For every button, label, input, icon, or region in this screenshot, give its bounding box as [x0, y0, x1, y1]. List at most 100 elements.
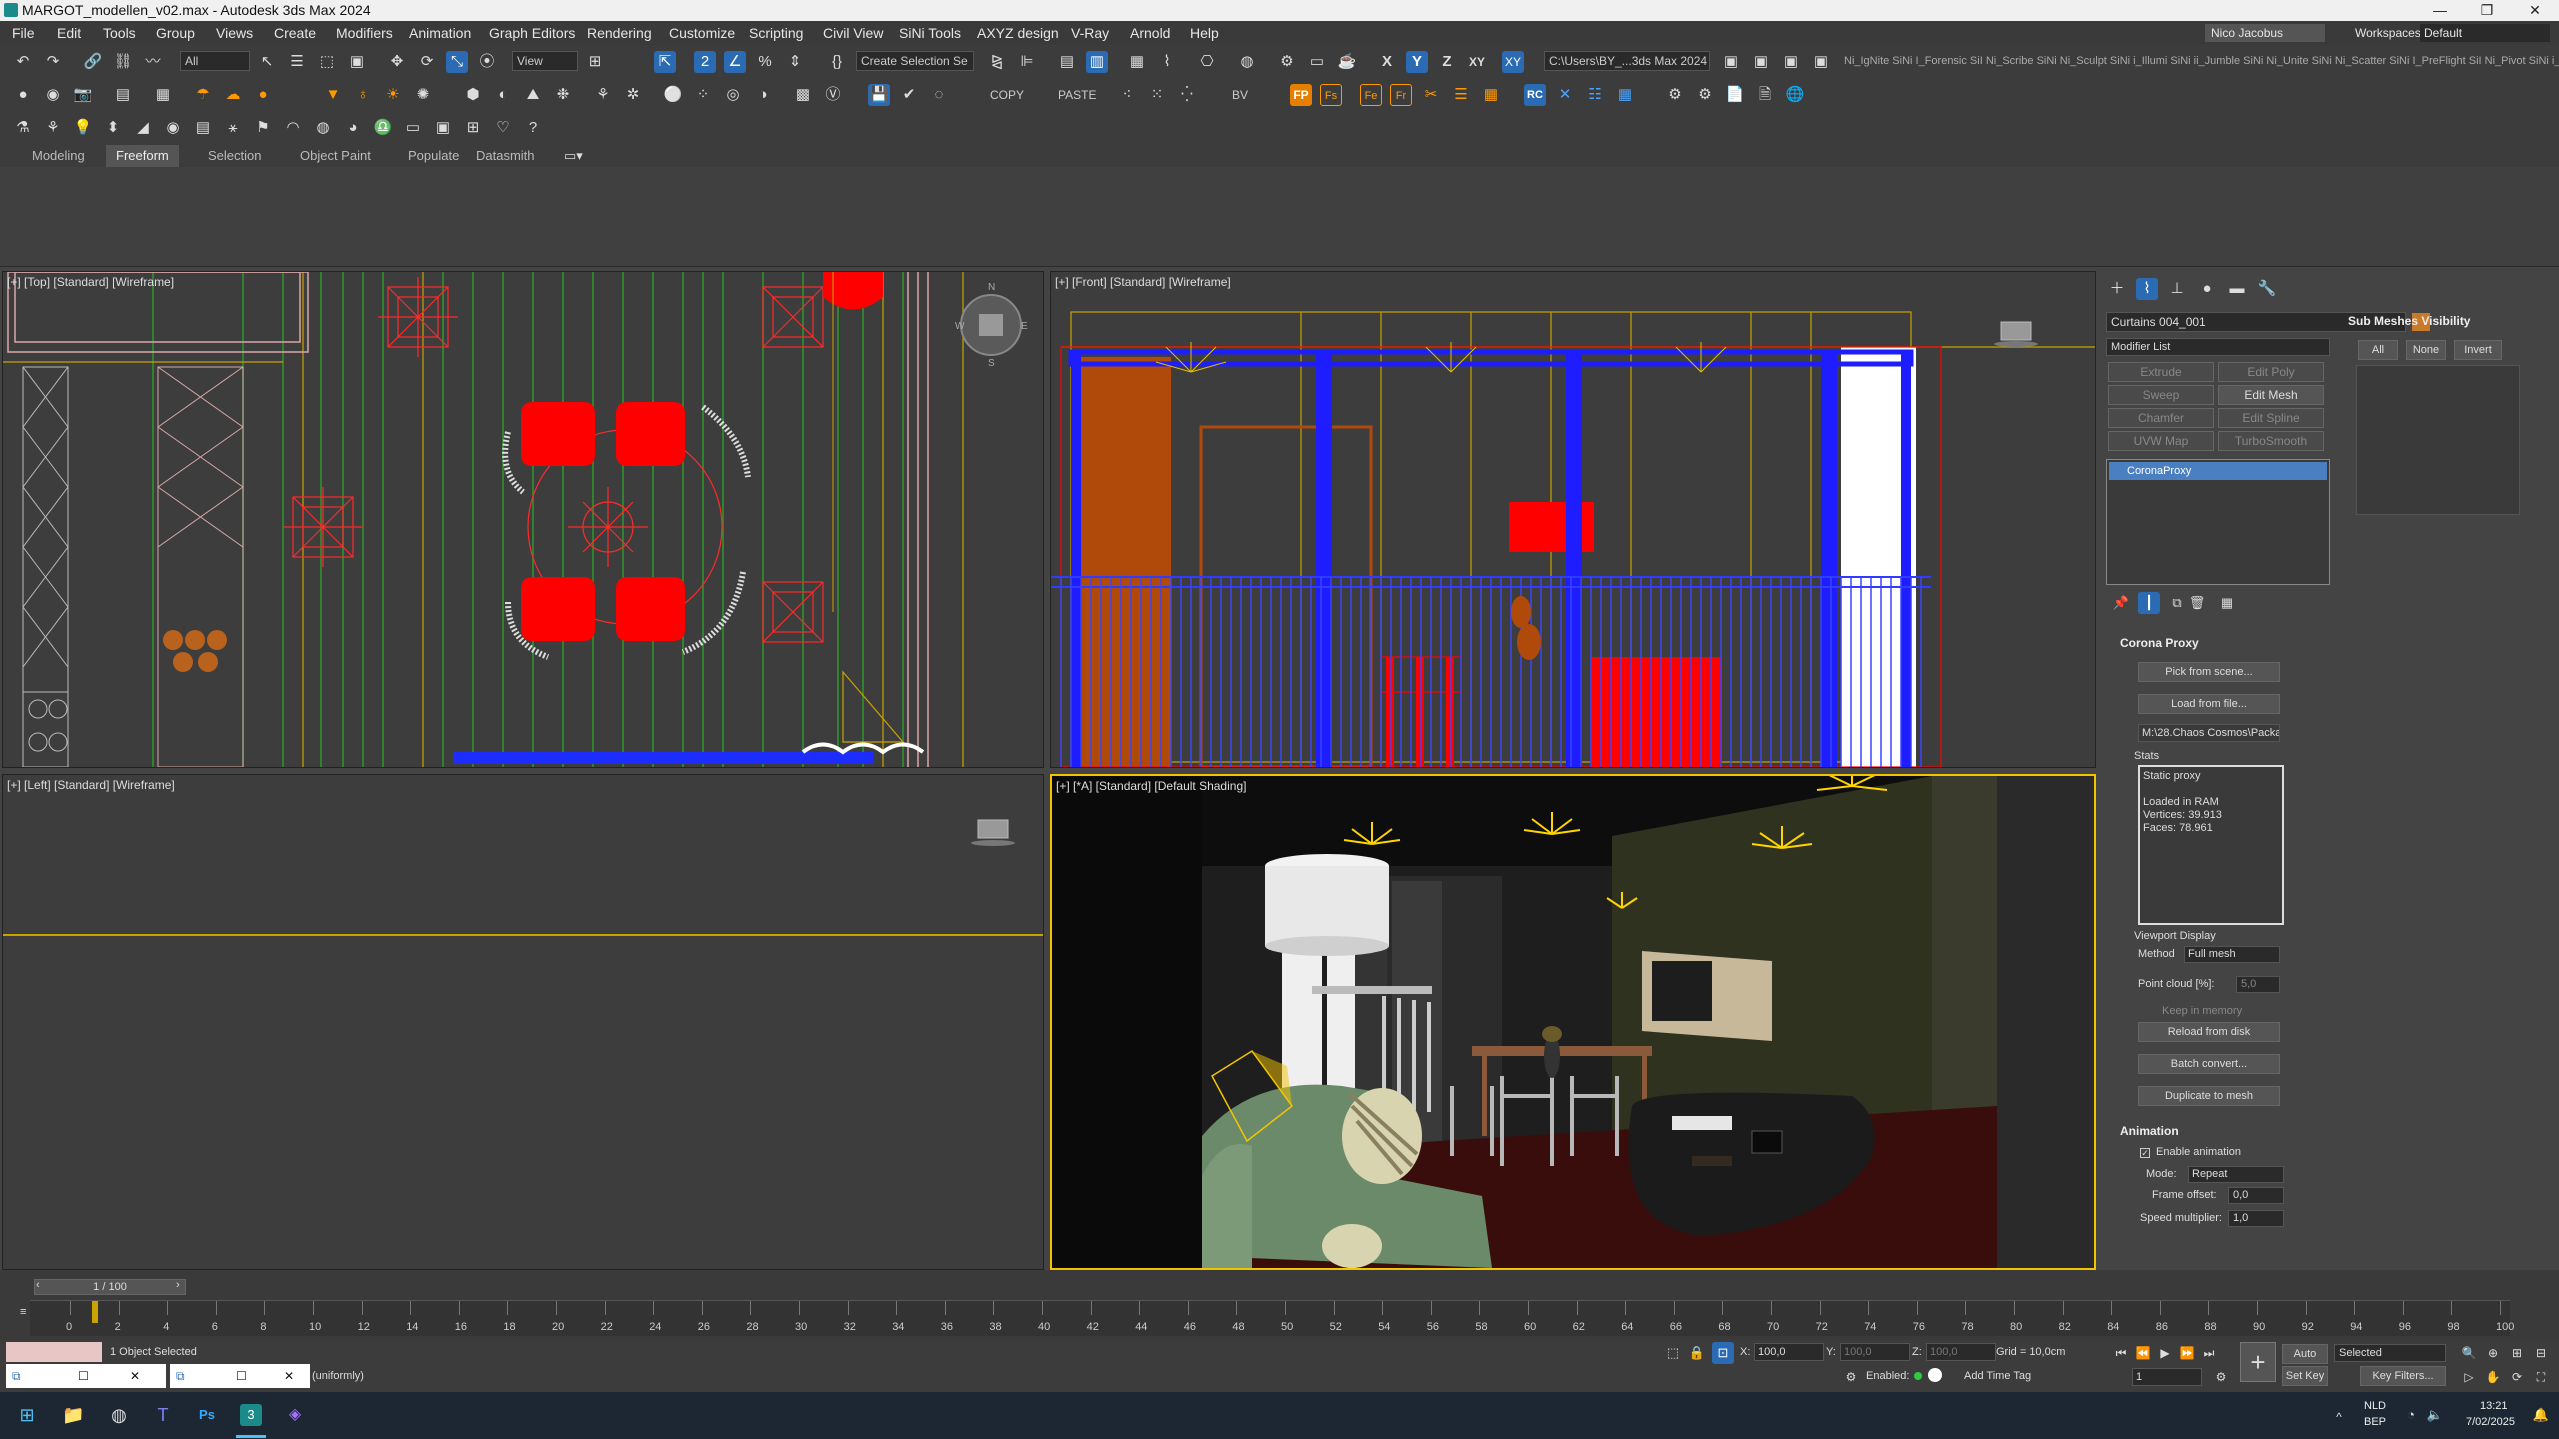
y-coord-field[interactable]: 100,0 [1840, 1343, 1910, 1361]
menu-views[interactable]: Views [216, 21, 253, 45]
frame-buffer-icon[interactable]: ▩ [792, 84, 814, 106]
fe-icon[interactable]: Fe [1360, 84, 1382, 106]
menu-arnold[interactable]: Arnold [1130, 21, 1170, 45]
track-bar-menu-icon[interactable]: ≡ [20, 1306, 26, 1318]
tray-chevron-icon[interactable]: ^ [2328, 1406, 2350, 1428]
method-dropdown[interactable]: Full mesh [2184, 946, 2280, 963]
tab-populate[interactable]: Populate [398, 145, 469, 167]
zoom-extents-all-icon[interactable]: ⊟ [2530, 1342, 2552, 1364]
window-crossing-icon[interactable]: ▣ [346, 51, 368, 73]
tray-region[interactable]: BEP [2364, 1416, 2386, 1428]
sub-meshes-none-button[interactable]: None [2406, 340, 2446, 360]
schematic-view-icon[interactable]: ⎔ [1196, 51, 1218, 73]
viewport-label-top[interactable]: [+] [Top] [Standard] [Wireframe] [7, 275, 174, 289]
remove-modifier-icon[interactable]: 🗑 [2186, 592, 2208, 614]
zoom-all-icon[interactable]: ⊕ [2482, 1342, 2504, 1364]
render-frame-icon[interactable]: ▭ [1306, 51, 1328, 73]
menu-tools[interactable]: Tools [103, 21, 136, 45]
volume-icon[interactable]: 🔈 [2424, 1404, 2446, 1426]
close-button[interactable]: ✕ [2515, 0, 2555, 21]
bulb-icon[interactable]: ♁ [352, 84, 374, 106]
fur-icon[interactable]: ◐ [492, 84, 514, 106]
goto-start-icon[interactable]: ⏮ [2110, 1342, 2132, 1364]
menu-rendering[interactable]: Rendering [587, 21, 652, 45]
tray-time[interactable]: 13:21 [2480, 1400, 2508, 1412]
helper-1-icon[interactable]: ⚗ [12, 117, 34, 139]
sun-icon[interactable]: ☀ [382, 84, 404, 106]
dots-icon[interactable]: ⁖ [1116, 84, 1138, 106]
displace-icon[interactable]: ⛰ [522, 84, 544, 106]
menu-scripting[interactable]: Scripting [749, 21, 803, 45]
angle-snap-icon[interactable]: ∠ [724, 51, 746, 73]
prev-key-icon[interactable]: ⏪ [2132, 1342, 2154, 1364]
grid-dots-icon[interactable]: ⁙ [1146, 84, 1168, 106]
maximize-button[interactable]: ❐ [2467, 0, 2507, 21]
configure-sets-icon[interactable]: ▦ [2216, 592, 2238, 614]
app-icon-purple[interactable]: ◈ [284, 1404, 306, 1426]
layer-explorer-icon[interactable]: ▥ [1086, 51, 1108, 73]
edit-named-sets-icon[interactable]: {} [826, 51, 848, 73]
mini-window-1-restore[interactable]: ☐ [78, 1364, 89, 1388]
sub-meshes-invert-button[interactable]: Invert [2454, 340, 2502, 360]
menu-edit[interactable]: Edit [57, 21, 81, 45]
zoom-extents-icon[interactable]: ⊞ [2506, 1342, 2528, 1364]
undo-icon[interactable]: ↶ [12, 51, 34, 73]
utilities-tab-icon[interactable]: 🔧 [2256, 278, 2278, 300]
save-icon[interactable]: 💾 [868, 84, 890, 106]
redo-icon[interactable]: ↷ [42, 51, 64, 73]
layer-icon[interactable]: ▤ [112, 84, 134, 106]
display-tab-icon[interactable]: ▬ [2226, 278, 2248, 300]
bind-spacewarp-icon[interactable]: 〰 [142, 51, 164, 73]
time-cursor[interactable] [92, 1301, 98, 1323]
key-mode-dropdown[interactable]: Selected [2334, 1344, 2446, 1362]
enable-animation-checkbox[interactable]: ✓ [2140, 1148, 2150, 1158]
render-icon[interactable]: ☕ [1336, 51, 1358, 73]
coord-mode-icon[interactable]: ⊡ [1712, 1342, 1734, 1364]
keep-in-memory-checkbox[interactable]: Keep in memory [2162, 1005, 2242, 1017]
menu-animation[interactable]: Animation [409, 21, 471, 45]
select-by-name-icon[interactable]: ☰ [286, 51, 308, 73]
notifications-icon[interactable]: 🔔 [2530, 1404, 2552, 1426]
grid-blue-icon[interactable]: ▦ [1614, 84, 1636, 106]
project-folder-dropdown[interactable]: C:\Users\BY_...3ds Max 2024 [1544, 51, 1710, 71]
viewport-perspective[interactable]: [+] [*A] [Standard] [Default Shading] [1050, 774, 2096, 1270]
helper-11-icon[interactable]: ◍ [312, 117, 334, 139]
cloud-icon[interactable]: ☁ [222, 84, 244, 106]
isolate-icon[interactable]: ⬚ [1662, 1342, 1684, 1364]
wrench-blue-icon[interactable]: ✕ [1554, 84, 1576, 106]
ribbon-toggle-icon[interactable]: ▦ [1126, 51, 1148, 73]
fov-icon[interactable]: ▷ [2458, 1366, 2480, 1388]
key-filters-button[interactable]: Key Filters... [2360, 1366, 2446, 1386]
select-object-icon[interactable]: ↖ [256, 51, 278, 73]
mod-edit-poly-button[interactable]: Edit Poly [2218, 362, 2324, 382]
speed-multiplier-spinner[interactable]: 1,0 [2228, 1210, 2284, 1227]
pin-stack-icon[interactable]: 📌 [2110, 592, 2132, 614]
helper-5-icon[interactable]: ◢ [132, 117, 154, 139]
time-slider[interactable]: 1 / 100 [34, 1279, 186, 1295]
minimize-button[interactable]: — [2420, 0, 2460, 21]
multi-material-icon[interactable]: ⁘ [692, 84, 714, 106]
mod-uvw-map-button[interactable]: UVW Map [2108, 431, 2214, 451]
viewport-front[interactable]: [+] [Front] [Standard] [Wireframe] [1050, 271, 2096, 768]
lamp-icon[interactable]: ☂ [192, 84, 214, 106]
pivot-icon[interactable]: ⊞ [584, 51, 606, 73]
tab-freeform[interactable]: Freeform [106, 145, 179, 167]
reload-from-disk-button[interactable]: Reload from disk [2138, 1022, 2280, 1042]
hierarchy-tab-icon[interactable]: ⊥ [2166, 278, 2188, 300]
viewport-left[interactable]: [+] [Left] [Standard] [Wireframe] [2, 774, 1044, 1270]
doc-gear-icon[interactable]: 🗎 [1754, 84, 1776, 106]
tab-selection[interactable]: Selection [198, 145, 271, 167]
mod-edit-spline-button[interactable]: Edit Spline [2218, 408, 2324, 428]
rotate-icon[interactable]: ⟳ [416, 51, 438, 73]
next-key-icon[interactable]: ⏩ [2176, 1342, 2198, 1364]
sub-meshes-list[interactable] [2356, 365, 2520, 515]
make-unique-icon[interactable]: ⧉ [2166, 592, 2188, 614]
modify-tab-icon[interactable]: ⌇ [2136, 278, 2158, 300]
stack-item-coronaproxy[interactable]: CoronaProxy [2109, 462, 2327, 480]
helper-16-icon[interactable]: ⊞ [462, 117, 484, 139]
material-ball-icon[interactable]: ⚪ [662, 84, 684, 106]
sub-meshes-all-button[interactable]: All [2358, 340, 2398, 360]
project-icon-4[interactable]: ▣ [1810, 51, 1832, 73]
unlink-icon[interactable]: ⛓ [112, 51, 134, 73]
align-icon[interactable]: ⊫ [1016, 51, 1038, 73]
